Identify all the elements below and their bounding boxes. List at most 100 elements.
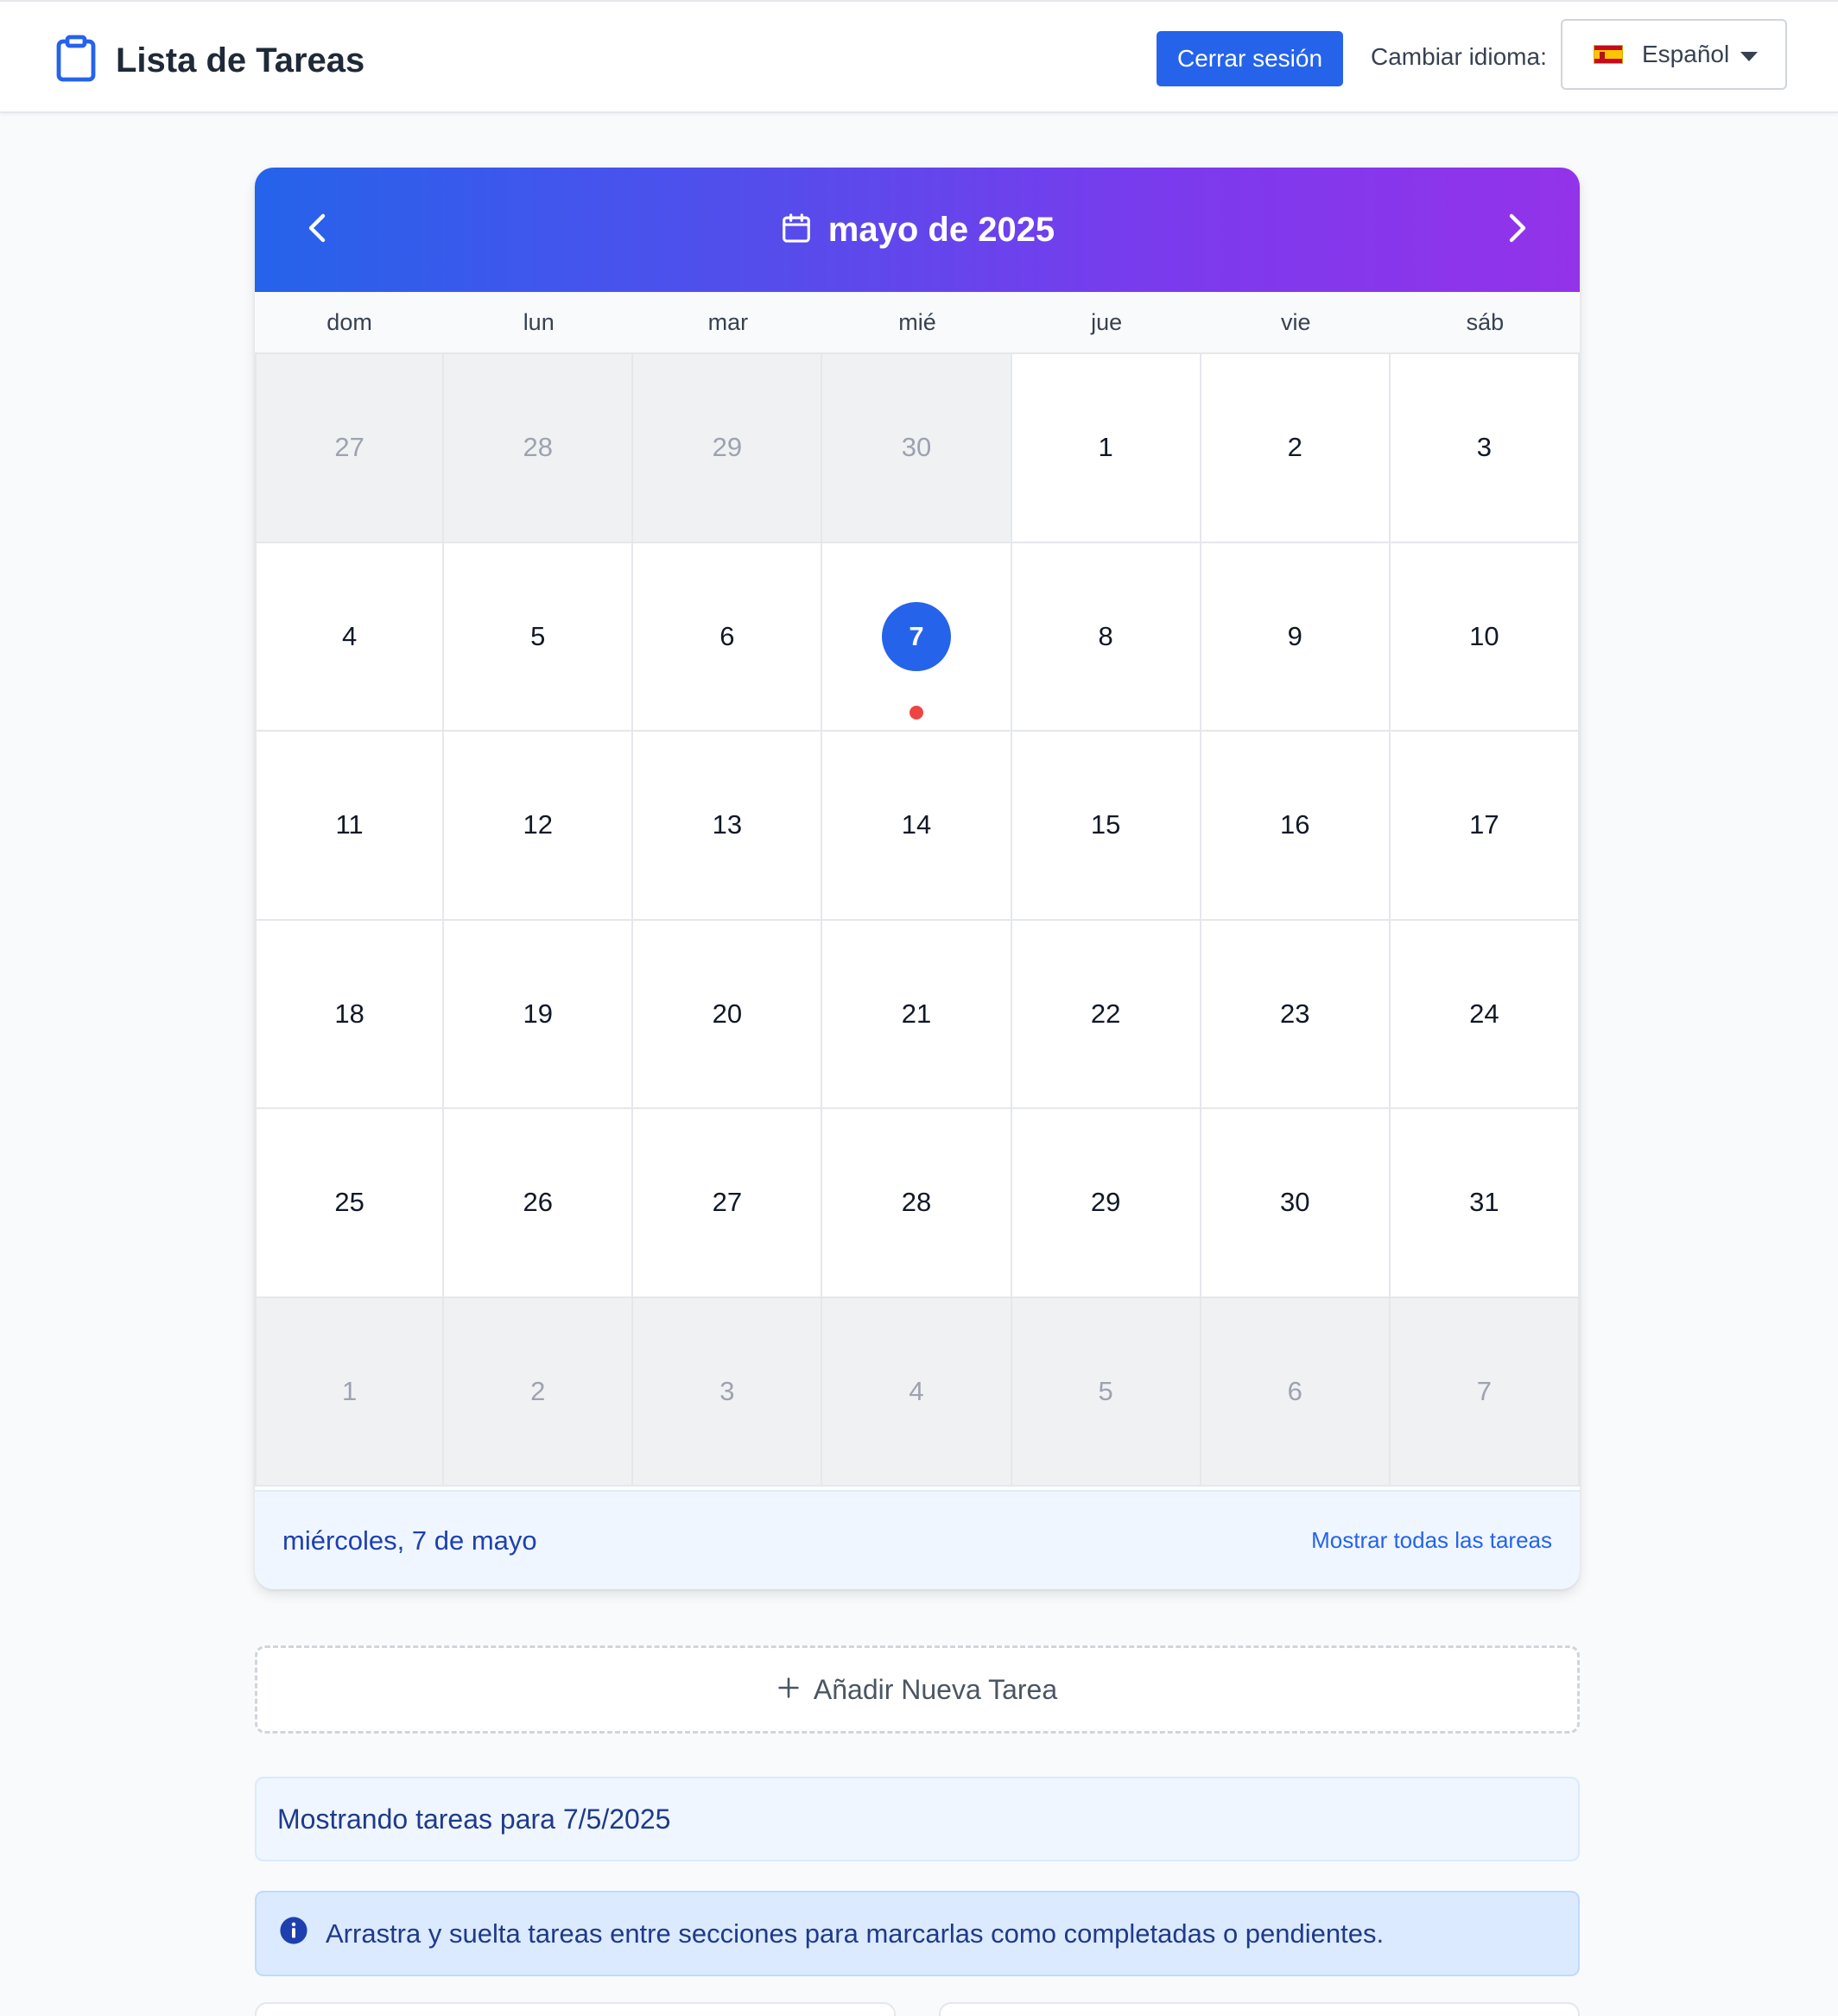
calendar-day[interactable]: 30 bbox=[1201, 1109, 1391, 1298]
day-number: 12 bbox=[523, 809, 553, 840]
calendar-day[interactable]: 12 bbox=[444, 732, 634, 921]
day-number: 4 bbox=[341, 620, 358, 651]
day-number: 22 bbox=[1090, 998, 1121, 1029]
day-number: 3 bbox=[1476, 432, 1493, 463]
chevron-down-icon bbox=[1740, 52, 1758, 61]
calendar-day-outside[interactable]: 3 bbox=[633, 1297, 823, 1487]
next-month-button[interactable] bbox=[1492, 204, 1543, 256]
plus-icon bbox=[777, 1674, 814, 1706]
logout-button[interactable]: Cerrar sesión bbox=[1157, 31, 1343, 86]
day-number: 25 bbox=[334, 1187, 364, 1218]
calendar-title-wrap: mayo de 2025 bbox=[255, 168, 1580, 292]
add-task-button[interactable]: Añadir Nueva Tarea bbox=[255, 1645, 1580, 1734]
weekday-label: vie bbox=[1281, 308, 1311, 335]
calendar-day[interactable]: 20 bbox=[633, 920, 823, 1109]
brand: Lista de Tareas bbox=[55, 35, 364, 87]
calendar-day[interactable]: 19 bbox=[444, 920, 634, 1109]
calendar-day-outside[interactable]: 28 bbox=[444, 354, 634, 543]
day-number: 11 bbox=[335, 809, 364, 840]
calendar-day[interactable]: 21 bbox=[822, 920, 1012, 1109]
calendar: mayo de 2025 dom lun mar mié jue vie sáb 27 28 2… bbox=[255, 168, 1580, 1589]
calendar-day[interactable]: 25 bbox=[255, 1109, 445, 1298]
calendar-day[interactable]: 5 bbox=[444, 542, 634, 732]
day-number: 17 bbox=[1469, 809, 1499, 840]
day-number: 18 bbox=[334, 998, 364, 1029]
calendar-footer: miércoles, 7 de mayo Mostrar todas las t… bbox=[255, 1490, 1580, 1589]
weekday-label: dom bbox=[326, 308, 372, 335]
calendar-day[interactable]: 18 bbox=[255, 920, 445, 1109]
day-number: 26 bbox=[523, 1187, 553, 1218]
calendar-day-outside[interactable]: 29 bbox=[633, 354, 823, 543]
day-number: 29 bbox=[712, 432, 743, 463]
pending-tasks-panel bbox=[255, 2002, 896, 2016]
calendar-day[interactable]: 3 bbox=[1390, 354, 1580, 543]
calendar-day-outside[interactable]: 5 bbox=[1011, 1297, 1201, 1487]
calendar-day[interactable]: 13 bbox=[633, 732, 823, 921]
calendar-day[interactable]: 15 bbox=[1011, 732, 1201, 921]
calendar-day-selected[interactable]: 7 bbox=[822, 542, 1012, 732]
spain-flag-icon bbox=[1594, 45, 1623, 64]
calendar-icon bbox=[780, 211, 828, 250]
day-number: 4 bbox=[909, 1375, 924, 1406]
calendar-day-outside[interactable]: 1 bbox=[255, 1297, 445, 1487]
calendar-day[interactable]: 4 bbox=[255, 542, 445, 732]
completed-tasks-panel bbox=[939, 2002, 1580, 2016]
add-task-label: Añadir Nueva Tarea bbox=[813, 1673, 1058, 1705]
chevron-right-icon bbox=[1505, 211, 1531, 250]
weekday-label: mié bbox=[898, 308, 936, 335]
calendar-day[interactable]: 8 bbox=[1011, 542, 1201, 732]
selected-date-text: miércoles, 7 de mayo bbox=[282, 1525, 537, 1556]
calendar-day-outside[interactable]: 30 bbox=[822, 354, 1012, 543]
calendar-day[interactable]: 14 bbox=[822, 732, 1012, 921]
day-number: 2 bbox=[1287, 432, 1302, 463]
day-number: 19 bbox=[523, 998, 553, 1029]
day-number: 13 bbox=[712, 809, 743, 840]
day-number: 2 bbox=[530, 1375, 546, 1406]
show-all-tasks-link[interactable]: Mostrar todas las tareas bbox=[1311, 1527, 1552, 1554]
day-number: 30 bbox=[901, 432, 932, 463]
day-number: 16 bbox=[1280, 809, 1310, 840]
app-title: Lista de Tareas bbox=[116, 41, 365, 79]
weekday-label: lun bbox=[523, 308, 555, 335]
calendar-day[interactable]: 31 bbox=[1390, 1109, 1580, 1298]
calendar-day[interactable]: 16 bbox=[1201, 732, 1391, 921]
day-number: 9 bbox=[1287, 620, 1302, 651]
day-number: 30 bbox=[1280, 1187, 1310, 1218]
calendar-day-outside[interactable]: 4 bbox=[822, 1297, 1012, 1487]
day-number: 28 bbox=[901, 1187, 932, 1218]
day-number: 14 bbox=[901, 809, 932, 840]
calendar-day[interactable]: 26 bbox=[444, 1109, 634, 1298]
calendar-day[interactable]: 23 bbox=[1201, 920, 1391, 1109]
calendar-day[interactable]: 29 bbox=[1011, 1109, 1201, 1298]
day-number: 5 bbox=[530, 620, 546, 651]
day-number: 5 bbox=[1098, 1375, 1113, 1406]
calendar-days-grid: 27 28 29 30 1 2 3 4 5 6 7 8 9 10 11 12 13 14 15 16 17 18 19 20 2… bbox=[255, 354, 1580, 1487]
day-number: 21 bbox=[901, 998, 932, 1029]
day-number: 23 bbox=[1280, 998, 1310, 1029]
info-banner-text: Arrastra y suelta tareas entre secciones… bbox=[326, 1918, 1385, 1949]
calendar-day[interactable]: 6 bbox=[633, 542, 823, 732]
day-number: 28 bbox=[523, 432, 553, 463]
calendar-header: mayo de 2025 bbox=[255, 168, 1580, 292]
calendar-day[interactable]: 10 bbox=[1390, 542, 1580, 732]
weekday-header-row: dom lun mar mié jue vie sáb bbox=[255, 292, 1580, 354]
language-select[interactable]: Español bbox=[1561, 19, 1787, 90]
calendar-day[interactable]: 9 bbox=[1201, 542, 1391, 732]
calendar-day[interactable]: 28 bbox=[822, 1109, 1012, 1298]
calendar-day-outside[interactable]: 2 bbox=[444, 1297, 634, 1487]
calendar-day-outside[interactable]: 27 bbox=[255, 354, 445, 543]
calendar-day[interactable]: 24 bbox=[1390, 920, 1580, 1109]
weekday-label: jue bbox=[1091, 308, 1123, 335]
calendar-day[interactable]: 1 bbox=[1011, 354, 1201, 543]
calendar-day-outside[interactable]: 6 bbox=[1201, 1297, 1391, 1487]
calendar-day[interactable]: 22 bbox=[1011, 920, 1201, 1109]
calendar-day[interactable]: 27 bbox=[633, 1109, 823, 1298]
calendar-day[interactable]: 11 bbox=[255, 732, 445, 921]
calendar-day[interactable]: 2 bbox=[1201, 354, 1391, 543]
language-label: Cambiar idioma: bbox=[1371, 43, 1547, 70]
day-number: 7 bbox=[1476, 1375, 1493, 1406]
top-navbar: Lista de Tareas Cerrar sesión Cambiar id… bbox=[0, 0, 1838, 113]
calendar-day[interactable]: 17 bbox=[1390, 732, 1580, 921]
calendar-day-outside[interactable]: 7 bbox=[1390, 1297, 1580, 1487]
day-number: 27 bbox=[712, 1187, 743, 1218]
